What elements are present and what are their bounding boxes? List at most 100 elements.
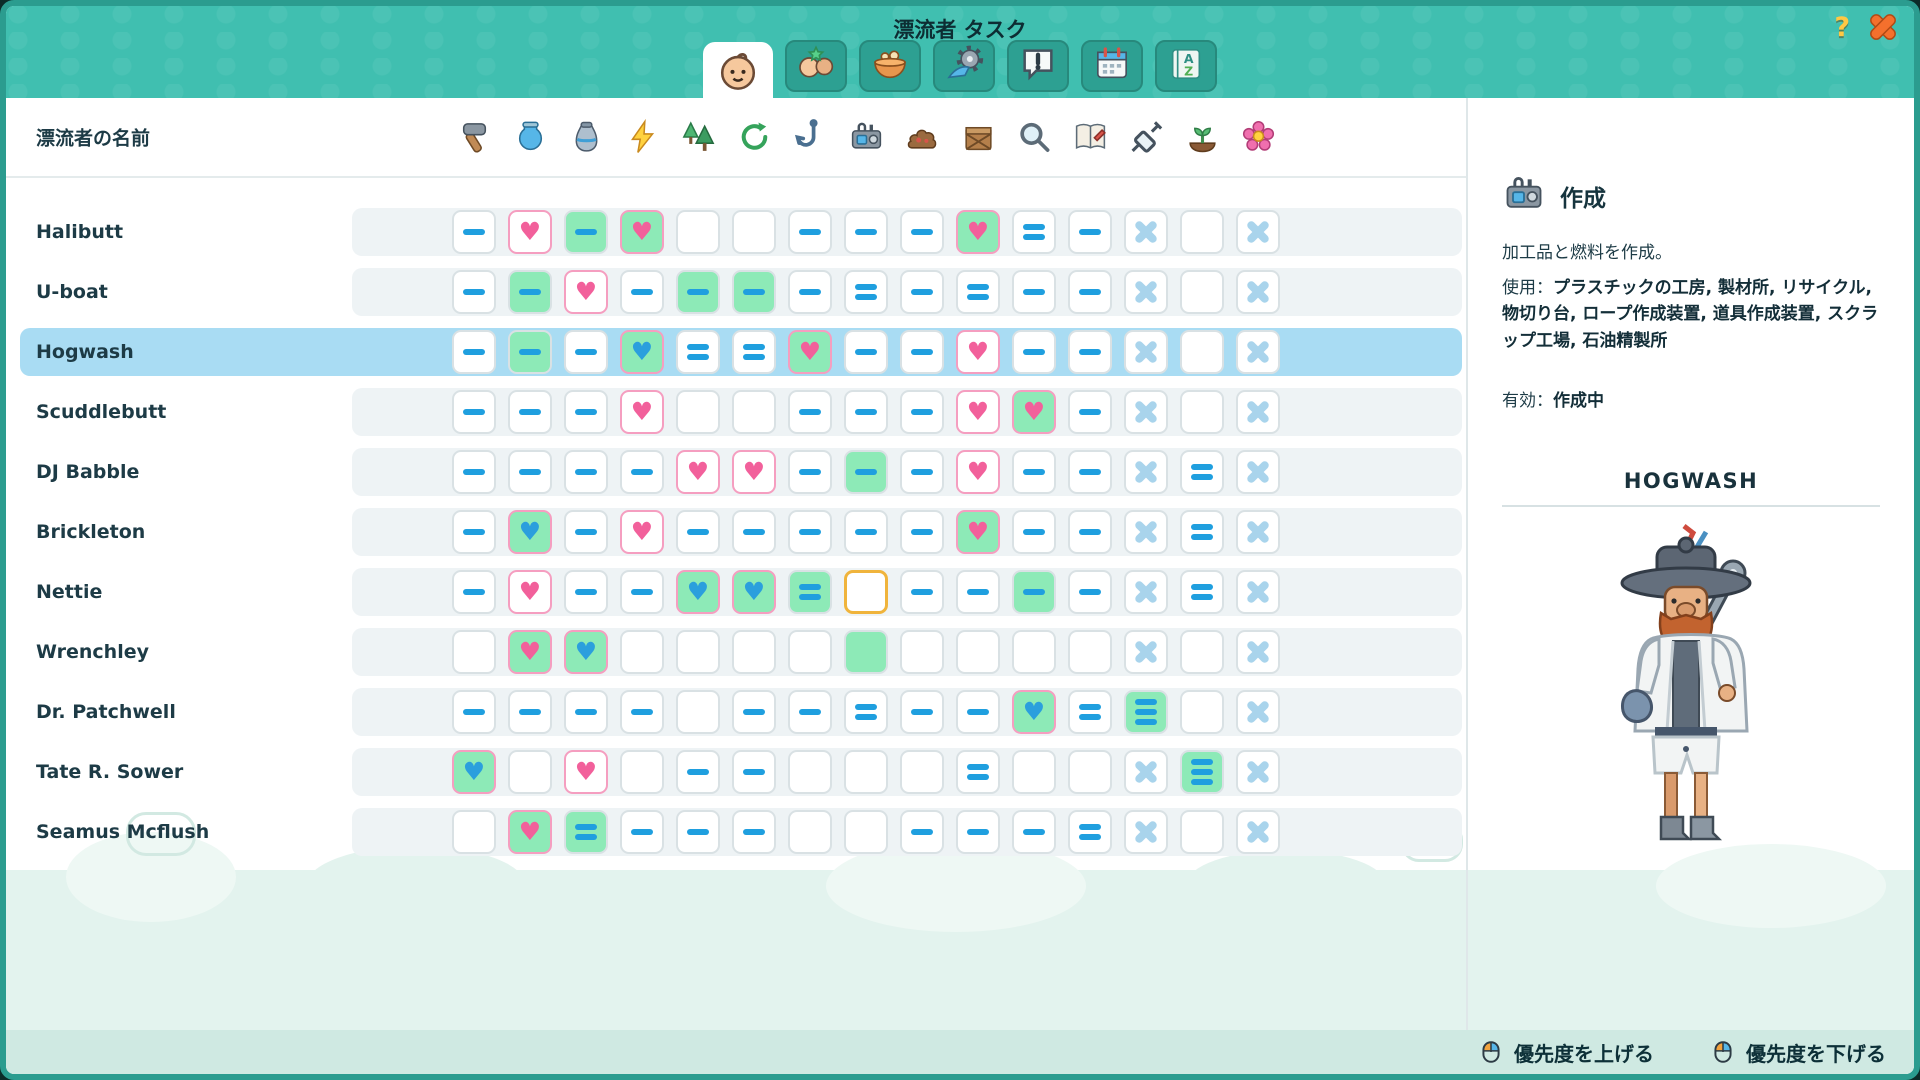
task-cell-forestry[interactable] (676, 510, 720, 554)
task-cell-waste[interactable] (900, 810, 944, 854)
task-cell-farming[interactable] (1180, 570, 1224, 614)
task-cell-decoration[interactable] (1236, 570, 1280, 614)
task-cell-hauling[interactable]: ♥ (956, 390, 1000, 434)
drifter-name[interactable]: U-boat (36, 268, 108, 316)
task-cell-teaching[interactable] (1068, 390, 1112, 434)
task-cell-cooking[interactable] (564, 330, 608, 374)
task-cell-forestry[interactable] (676, 270, 720, 314)
task-cell-crafting[interactable] (844, 690, 888, 734)
task-cell-recycle[interactable] (732, 630, 776, 674)
task-cell-water[interactable] (508, 690, 552, 734)
task-cell-waste[interactable] (900, 690, 944, 734)
task-cell-hauling[interactable] (956, 690, 1000, 734)
task-cell-waste[interactable] (900, 750, 944, 794)
task-cell-farming[interactable] (1180, 210, 1224, 254)
task-cell-farming[interactable] (1180, 330, 1224, 374)
task-cell-recycle[interactable] (732, 270, 776, 314)
task-cell-farming[interactable] (1180, 390, 1224, 434)
drifter-name[interactable]: Scuddlebutt (36, 388, 166, 436)
task-cell-cooking[interactable]: ♥ (564, 630, 608, 674)
task-cell-build[interactable] (452, 390, 496, 434)
task-cell-recycle[interactable]: ♥ (732, 570, 776, 614)
task-cell-water[interactable]: ♥ (508, 210, 552, 254)
task-cell-hauling[interactable] (956, 630, 1000, 674)
task-cell-hauling[interactable] (956, 750, 1000, 794)
task-cell-research[interactable]: ♥ (1012, 690, 1056, 734)
task-cell-water[interactable]: ♥ (508, 510, 552, 554)
task-cell-cooking[interactable] (564, 210, 608, 254)
task-cell-decoration[interactable] (1236, 690, 1280, 734)
task-cell-forestry[interactable] (676, 390, 720, 434)
task-cell-fishing[interactable] (788, 630, 832, 674)
task-cell-fishing[interactable] (788, 750, 832, 794)
task-cell-cooking[interactable]: ♥ (564, 750, 608, 794)
raise-priority-button[interactable]: 優先度を上げる (1478, 1038, 1654, 1067)
task-cell-healing[interactable] (1124, 210, 1168, 254)
task-cell-forestry[interactable] (676, 630, 720, 674)
task-cell-cooking[interactable] (564, 690, 608, 734)
task-cell-build[interactable] (452, 810, 496, 854)
task-cell-research[interactable] (1012, 750, 1056, 794)
task-cell-healing[interactable] (1124, 690, 1168, 734)
task-cell-water[interactable] (508, 390, 552, 434)
task-cell-farming[interactable] (1180, 510, 1224, 554)
task-cell-forestry[interactable]: ♥ (676, 450, 720, 494)
drifter-name[interactable]: Dr. Patchwell (36, 688, 176, 736)
task-cell-hauling[interactable]: ♥ (956, 330, 1000, 374)
task-cell-fishing[interactable] (788, 810, 832, 854)
task-cell-recycle[interactable] (732, 210, 776, 254)
task-cell-energy[interactable] (620, 270, 664, 314)
task-cell-hauling[interactable]: ♥ (956, 510, 1000, 554)
task-cell-fishing[interactable]: ♥ (788, 330, 832, 374)
tab-alerts[interactable] (1007, 40, 1069, 92)
task-cell-decoration[interactable] (1236, 270, 1280, 314)
task-cell-forestry[interactable] (676, 750, 720, 794)
task-cell-teaching[interactable] (1068, 510, 1112, 554)
task-cell-build[interactable] (452, 690, 496, 734)
task-cell-fishing[interactable] (788, 450, 832, 494)
task-cell-farming[interactable] (1180, 750, 1224, 794)
task-cell-healing[interactable] (1124, 510, 1168, 554)
drifter-name[interactable]: Hogwash (36, 328, 134, 376)
task-cell-crafting[interactable] (844, 270, 888, 314)
task-cell-research[interactable] (1012, 630, 1056, 674)
task-cell-decoration[interactable] (1236, 390, 1280, 434)
task-cell-energy[interactable] (620, 450, 664, 494)
task-cell-research[interactable] (1012, 210, 1056, 254)
task-cell-decoration[interactable] (1236, 330, 1280, 374)
task-cell-recycle[interactable] (732, 390, 776, 434)
task-cell-crafting[interactable] (844, 510, 888, 554)
task-cell-teaching[interactable] (1068, 210, 1112, 254)
task-cell-water[interactable] (508, 750, 552, 794)
task-cell-cooking[interactable] (564, 810, 608, 854)
task-cell-healing[interactable] (1124, 750, 1168, 794)
tab-encyclopedia[interactable]: AZ (1155, 40, 1217, 92)
task-cell-crafting[interactable] (844, 810, 888, 854)
task-cell-build[interactable] (452, 570, 496, 614)
task-cell-healing[interactable] (1124, 630, 1168, 674)
task-cell-fishing[interactable] (788, 390, 832, 434)
help-button[interactable]: ? (1834, 14, 1850, 41)
task-cell-waste[interactable] (900, 390, 944, 434)
drifter-name[interactable]: Wrenchley (36, 628, 149, 676)
task-cell-teaching[interactable] (1068, 810, 1112, 854)
tab-schedule[interactable] (1081, 40, 1143, 92)
task-cell-build[interactable] (452, 630, 496, 674)
task-cell-hauling[interactable]: ♥ (956, 450, 1000, 494)
task-cell-crafting[interactable] (844, 390, 888, 434)
task-cell-research[interactable] (1012, 810, 1056, 854)
task-cell-farming[interactable] (1180, 810, 1224, 854)
task-cell-waste[interactable] (900, 630, 944, 674)
drifter-name[interactable]: Seamus Mcflush (36, 808, 209, 856)
task-cell-build[interactable]: ♥ (452, 750, 496, 794)
drifter-name[interactable]: Halibutt (36, 208, 123, 256)
task-cell-research[interactable] (1012, 510, 1056, 554)
task-cell-build[interactable] (452, 270, 496, 314)
task-cell-water[interactable] (508, 270, 552, 314)
drifter-name[interactable]: DJ Babble (36, 448, 139, 496)
task-cell-crafting[interactable] (844, 630, 888, 674)
task-cell-teaching[interactable] (1068, 450, 1112, 494)
task-cell-energy[interactable]: ♥ (620, 330, 664, 374)
task-cell-farming[interactable] (1180, 690, 1224, 734)
task-cell-water[interactable] (508, 330, 552, 374)
